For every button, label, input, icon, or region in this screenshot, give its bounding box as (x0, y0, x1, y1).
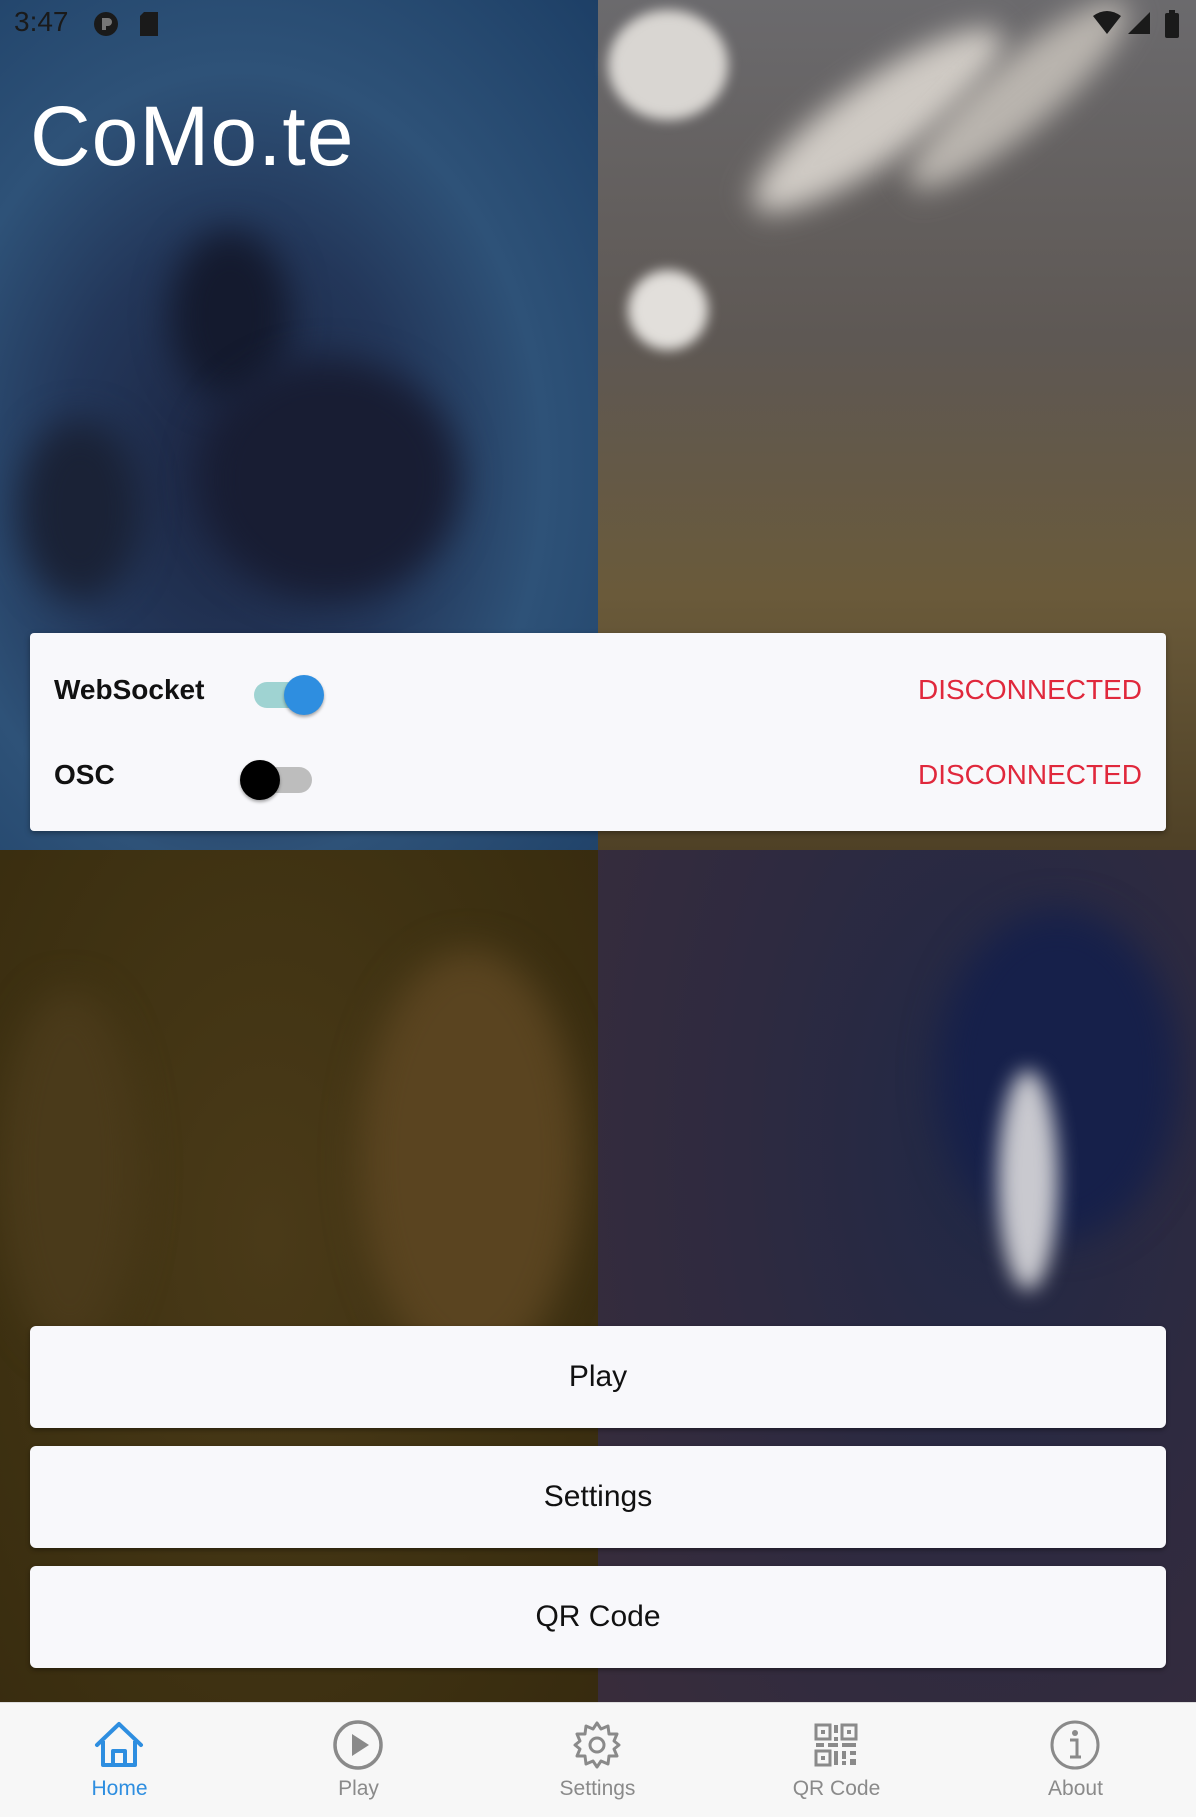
app-title: CoMo.te (30, 89, 355, 183)
tab-home-label: Home (91, 1777, 148, 1800)
play-button[interactable]: Play (30, 1326, 1166, 1428)
home-icon (95, 1722, 143, 1767)
play-circle-icon (333, 1720, 383, 1770)
sd-card-icon (138, 10, 162, 43)
qr-code-button[interactable]: QR Code (30, 1566, 1166, 1668)
tab-qr-code[interactable]: QR Code (717, 1703, 956, 1817)
cell-signal-icon (1126, 10, 1152, 41)
osc-label: OSC (54, 759, 115, 790)
tab-settings-label: Settings (559, 1777, 636, 1800)
status-time: 3:47 (14, 6, 69, 37)
tab-play-label: Play (338, 1777, 379, 1800)
websocket-toggle[interactable] (248, 670, 328, 715)
osc-toggle[interactable] (240, 755, 320, 800)
websocket-status: DISCONNECTED (917, 674, 1142, 705)
tab-qr-code-label: QR Code (792, 1777, 881, 1800)
bottom-tab-bar: Home Play Settings QR Code About (0, 1702, 1196, 1817)
tab-home[interactable]: Home (0, 1703, 239, 1817)
osc-toggle-thumb (240, 760, 280, 800)
websocket-toggle-thumb (284, 675, 324, 715)
info-icon (1050, 1720, 1100, 1770)
websocket-row: WebSocket DISCONNECTED (30, 660, 1166, 720)
tab-about-label: About (1048, 1777, 1103, 1800)
connection-status-card: WebSocket DISCONNECTED OSC DISCONNECTED (30, 633, 1166, 831)
websocket-label: WebSocket (54, 674, 205, 705)
qr-code-icon (814, 1723, 858, 1767)
tab-settings[interactable]: Settings (478, 1703, 717, 1817)
status-bar: 3:47 (0, 0, 1196, 44)
settings-button[interactable]: Settings (30, 1446, 1166, 1548)
battery-icon (1164, 10, 1180, 43)
gear-icon (573, 1721, 621, 1769)
tab-about[interactable]: About (956, 1703, 1195, 1817)
vpn-status-icon (92, 10, 120, 43)
tab-play[interactable]: Play (239, 1703, 478, 1817)
osc-status: DISCONNECTED (917, 759, 1142, 790)
osc-row: OSC DISCONNECTED (30, 745, 1166, 805)
wifi-icon (1092, 10, 1122, 41)
